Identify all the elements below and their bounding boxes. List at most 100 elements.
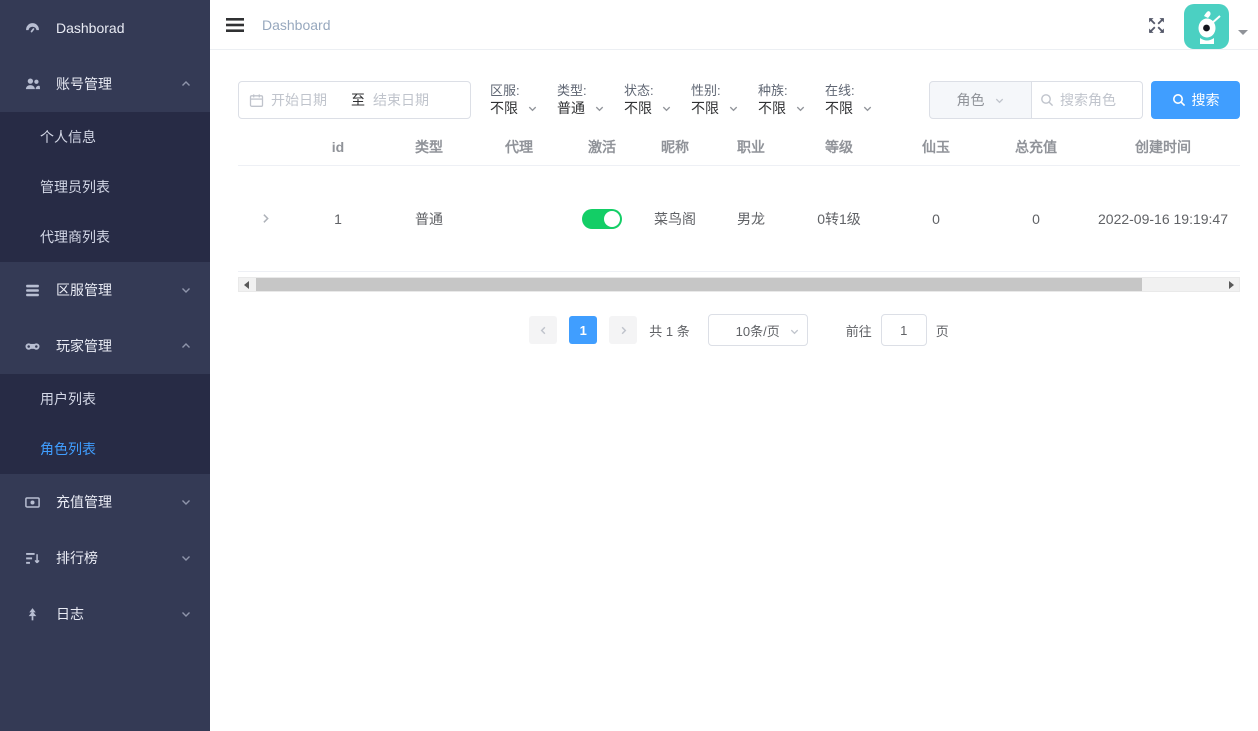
page-number-1[interactable]: 1: [569, 316, 597, 344]
avatar-caret-down-icon[interactable]: [1238, 30, 1248, 35]
filter-select-gender[interactable]: 性别: 不限: [691, 82, 739, 118]
total-count-label: 共 1 条: [649, 321, 689, 340]
log-icon: [24, 606, 41, 623]
topbar: Dashboard: [210, 0, 1258, 50]
goto-unit-label: 页: [936, 321, 949, 340]
cell-jade: 0: [886, 211, 986, 227]
filter-select-race[interactable]: 种族: 不限: [758, 82, 806, 118]
sidebar-item-recharge-management[interactable]: 充值管理: [0, 474, 210, 530]
filter-select-status[interactable]: 状态: 不限: [624, 82, 672, 118]
search-icon: [1040, 93, 1054, 107]
chevron-down-icon: [728, 103, 739, 114]
sidebar-item-admin-list[interactable]: 管理员列表: [0, 162, 210, 212]
dashboard-icon: [24, 20, 41, 37]
sidebar-item-logs[interactable]: 日志: [0, 586, 210, 642]
submenu-player-management: 用户列表 角色列表: [0, 374, 210, 474]
chevron-down-icon: [862, 103, 873, 114]
sidebar-item-leaderboard[interactable]: 排行榜: [0, 530, 210, 586]
gamepad-icon: [24, 338, 41, 355]
col-job: 职业: [710, 137, 792, 157]
sidebar-item-label: 账号管理: [56, 74, 112, 94]
search-input[interactable]: [1060, 92, 1130, 108]
filter-select-online[interactable]: 在线: 不限: [825, 82, 873, 118]
sidebar-item-personal-info[interactable]: 个人信息: [0, 112, 210, 162]
search-group: 角色 搜索: [929, 81, 1240, 119]
chevron-up-icon: [180, 78, 192, 90]
col-agent: 代理: [474, 137, 564, 157]
chevron-down-icon: [180, 284, 192, 296]
app-window: Dashborad 账号管理 个人信息 管理员列表 代理商列表: [0, 0, 1258, 731]
scrollbar-thumb[interactable]: [256, 278, 1142, 291]
cell-total-recharge: 0: [986, 211, 1086, 227]
col-total-recharge: 总充值: [986, 137, 1086, 157]
row-expand-icon[interactable]: [259, 212, 272, 225]
users-icon: [24, 76, 41, 93]
search-icon: [1172, 93, 1186, 107]
hamburger-menu-icon[interactable]: [224, 14, 246, 36]
sidebar: Dashborad 账号管理 个人信息 管理员列表 代理商列表: [0, 0, 210, 731]
table-header: id 类型 代理 激活 昵称 职业 等级 仙玉 总充值 创建时间: [238, 128, 1240, 166]
filter-bar: 至 区服: 不限 类型: 普通 状态: 不限: [238, 81, 1240, 119]
cell-id: 1: [292, 211, 384, 227]
cell-type: 普通: [384, 209, 474, 229]
chevron-down-icon: [527, 103, 538, 114]
end-date-input[interactable]: [373, 92, 445, 108]
page-size-select[interactable]: 10条/页: [708, 314, 808, 346]
next-page-button[interactable]: [609, 316, 637, 344]
money-icon: [24, 494, 41, 511]
chevron-down-icon: [180, 496, 192, 508]
search-input-wrap: [1032, 81, 1143, 119]
horizontal-scrollbar[interactable]: [238, 277, 1240, 292]
chevron-down-icon: [661, 103, 672, 114]
chevron-up-icon: [180, 340, 192, 352]
chevron-down-icon: [594, 103, 605, 114]
date-range-separator: 至: [351, 90, 365, 110]
sidebar-item-zone-management[interactable]: 区服管理: [0, 262, 210, 318]
sidebar-item-dashboard[interactable]: Dashborad: [0, 0, 210, 56]
chevron-down-icon: [180, 552, 192, 564]
sidebar-item-agent-list[interactable]: 代理商列表: [0, 212, 210, 262]
cell-nickname: 菜鸟阁: [640, 209, 710, 229]
chevron-down-icon: [795, 103, 806, 114]
goto-label: 前往: [846, 321, 872, 340]
table-row: 1 普通 菜鸟阁 男龙 0转1级 0 0 2022-09-16 19:19:47: [238, 166, 1240, 272]
sidebar-item-user-list[interactable]: 用户列表: [0, 374, 210, 424]
search-button[interactable]: 搜索: [1151, 81, 1240, 119]
scroll-left-icon[interactable]: [239, 278, 254, 291]
start-date-input[interactable]: [271, 92, 343, 108]
scroll-right-icon[interactable]: [1224, 278, 1239, 291]
chevron-right-icon: [618, 325, 629, 336]
sidebar-item-player-management[interactable]: 玩家管理: [0, 318, 210, 374]
rank-icon: [24, 550, 41, 567]
search-category-select[interactable]: 角色: [929, 81, 1032, 119]
pagination: 1 共 1 条 10条/页 前往 页: [238, 314, 1240, 346]
submenu-account-management: 个人信息 管理员列表 代理商列表: [0, 112, 210, 262]
date-range-picker[interactable]: 至: [238, 81, 471, 119]
fullscreen-icon[interactable]: [1147, 16, 1166, 35]
col-id: id: [292, 139, 384, 155]
sidebar-item-account-management[interactable]: 账号管理: [0, 56, 210, 112]
filter-select-zone[interactable]: 区服: 不限: [490, 82, 538, 118]
active-toggle[interactable]: [582, 209, 622, 229]
chevron-down-icon: [180, 608, 192, 620]
chevron-left-icon: [538, 325, 549, 336]
sidebar-item-label: Dashborad: [56, 20, 125, 36]
col-jade: 仙玉: [886, 137, 986, 157]
sidebar-item-role-list[interactable]: 角色列表: [0, 424, 210, 474]
topbar-actions: [1147, 0, 1248, 50]
chevron-down-icon: [994, 95, 1005, 106]
cell-job: 男龙: [710, 209, 792, 229]
col-active: 激活: [564, 137, 640, 157]
filter-select-type[interactable]: 类型: 普通: [557, 82, 605, 118]
calendar-icon: [249, 93, 264, 108]
cell-created-at: 2022-09-16 19:19:47: [1086, 211, 1240, 227]
cell-level: 0转1级: [792, 209, 886, 229]
goto-page-input[interactable]: [881, 314, 927, 346]
col-type: 类型: [384, 137, 474, 157]
col-nickname: 昵称: [640, 137, 710, 157]
server-icon: [24, 282, 41, 299]
col-created-at: 创建时间: [1086, 137, 1240, 157]
prev-page-button[interactable]: [529, 316, 557, 344]
avatar[interactable]: [1184, 4, 1229, 49]
col-level: 等级: [792, 137, 886, 157]
